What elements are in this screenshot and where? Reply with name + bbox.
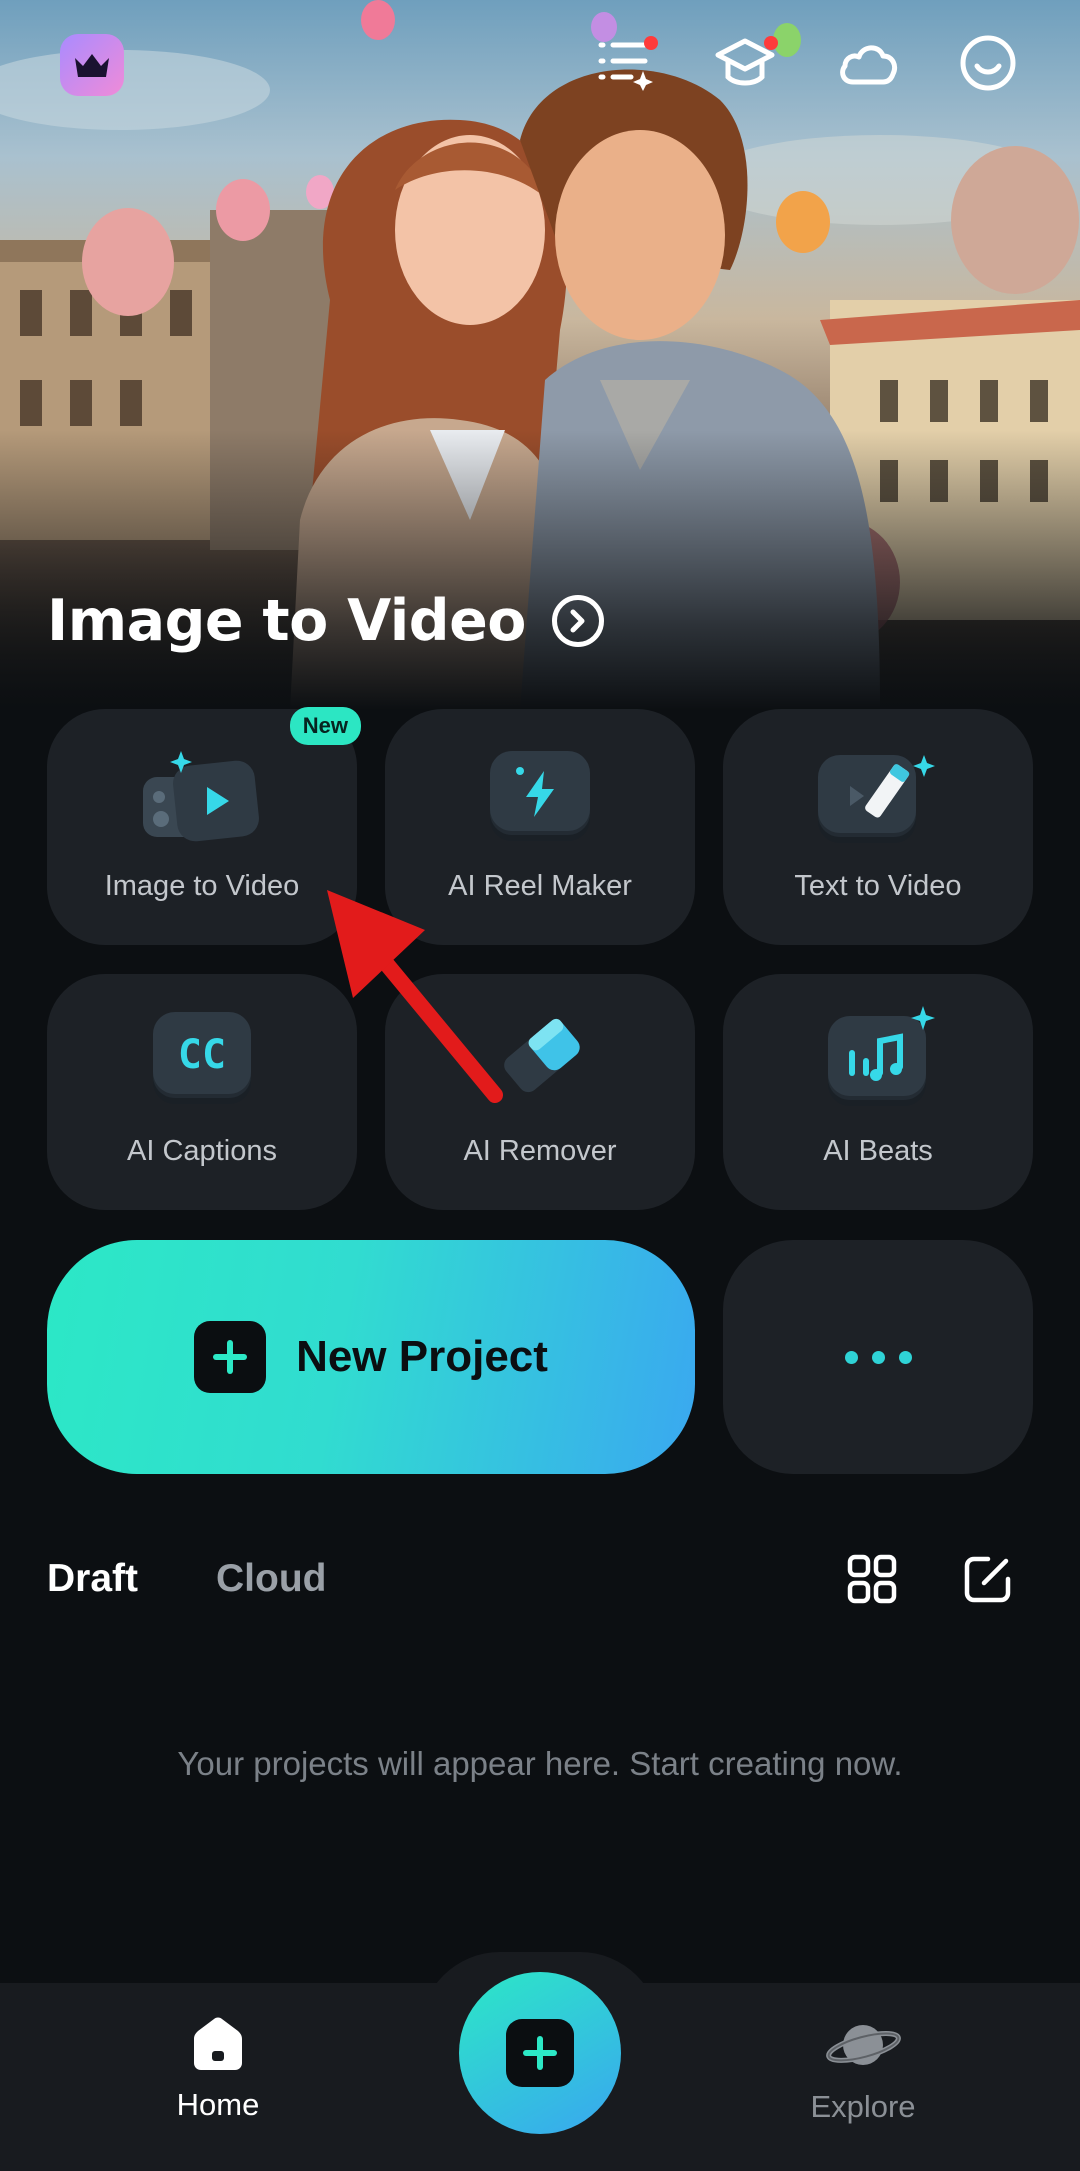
tool-image-to-video[interactable]: Image to Video New [47,707,361,945]
tutorials-button[interactable] [710,28,780,98]
more-dots-icon [844,1350,858,1364]
chevron-right-circle-icon [551,595,604,647]
image-to-video-icon [137,749,267,853]
edit-button[interactable] [962,1553,1014,1605]
grid-icon [847,1554,897,1604]
planet-icon [826,2025,901,2065]
nav-home-label: Home [176,2087,260,2122]
tab-cloud[interactable]: Cloud [216,1557,326,1601]
lightning-icon [490,751,590,835]
tool-text-to-video[interactable]: Text to Video [723,709,1033,945]
hero-banner[interactable]: Image to Video [0,0,1080,710]
tool-ai-captions[interactable]: CC AI Captions [47,974,357,1210]
profile-button[interactable] [953,28,1023,98]
pencil-sparkle-icon [818,751,938,841]
cloud-icon [840,45,898,85]
nav-home[interactable]: Home [150,2015,286,2123]
grid-view-button[interactable] [846,1553,898,1605]
more-tools-button[interactable] [723,1240,1033,1474]
nav-explore-label: Explore [810,2089,916,2124]
tool-label: AI Remover [463,1135,617,1167]
music-beats-icon [818,1004,938,1104]
tab-draft[interactable]: Draft [47,1557,138,1601]
smiley-profile-icon [960,35,1016,91]
tool-ai-beats[interactable]: AI Beats [723,974,1033,1210]
nav-explore[interactable]: Explore [790,2015,936,2125]
new-project-button[interactable]: New Project [47,1240,695,1474]
new-project-label: New Project [296,1332,548,1381]
tool-label: Image to Video [104,870,300,902]
tool-label: Text to Video [794,870,962,902]
create-fab-button[interactable] [459,1972,621,2134]
premium-crown-button[interactable] [60,34,124,96]
tool-label: AI Captions [127,1135,277,1167]
crown-icon [75,54,109,77]
plus-icon [194,1321,267,1393]
tasks-button[interactable] [590,28,660,98]
hero-title: Image to Video [47,588,526,654]
empty-state-message: Your projects will appear here. Start cr… [177,1745,903,1782]
new-badge: New [289,707,361,745]
plus-icon [506,2019,574,2087]
tool-label: AI Beats [823,1135,933,1167]
edit-icon [964,1556,1011,1603]
hero-title-link[interactable]: Image to Video [47,588,604,654]
cloud-button[interactable] [833,28,903,98]
home-icon [194,2017,242,2070]
red-pointer-arrow [327,890,503,1103]
cc-icon: CC [153,1012,251,1098]
